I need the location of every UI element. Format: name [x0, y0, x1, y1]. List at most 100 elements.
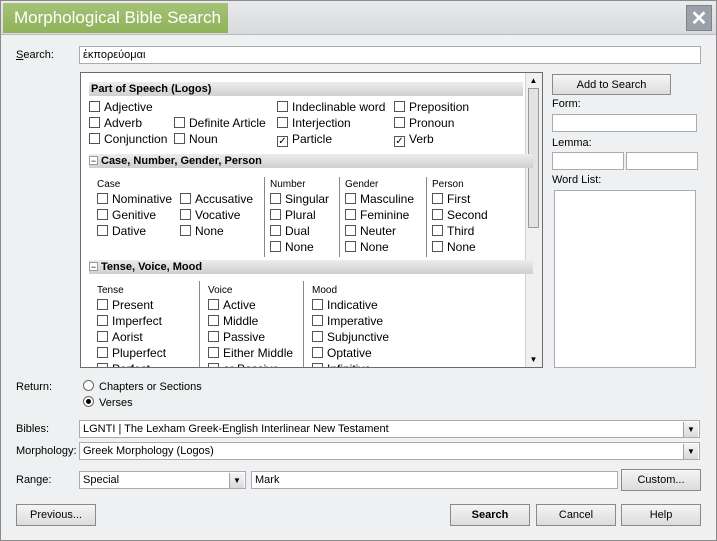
lemma-input[interactable]	[552, 152, 624, 170]
case-checkbox[interactable]: Nominative	[97, 192, 172, 206]
pos-checkbox[interactable]: Noun	[174, 132, 218, 146]
checkbox-checked-icon[interactable]: ✓	[394, 136, 405, 147]
case-checkbox[interactable]: Dative	[97, 224, 146, 238]
mood-checkbox[interactable]: Indicative	[312, 298, 378, 312]
checkbox-icon[interactable]	[277, 101, 288, 112]
checkbox-icon[interactable]	[97, 331, 108, 342]
voice-checkbox[interactable]: Passive	[208, 330, 265, 344]
tense-checkbox[interactable]: Imperfect	[97, 314, 162, 328]
pos-checkbox[interactable]: Pronoun	[394, 116, 454, 130]
checkbox-icon[interactable]	[394, 117, 405, 128]
checkbox-icon[interactable]	[345, 193, 356, 204]
person-checkbox[interactable]: Third	[432, 224, 474, 238]
bibles-select[interactable]: LGNTI | The Lexham Greek-English Interli…	[79, 420, 700, 438]
search-input[interactable]: ἐκπορεύομαι	[79, 46, 701, 64]
checkbox-icon[interactable]	[432, 209, 443, 220]
pos-checkbox[interactable]: Preposition	[394, 100, 469, 114]
pos-checkbox[interactable]: ✓ Verb	[394, 132, 434, 147]
checkbox-icon[interactable]	[97, 347, 108, 358]
pos-checkbox[interactable]: ✓ Particle	[277, 132, 332, 147]
checkbox-icon[interactable]	[89, 117, 100, 128]
voice-checkbox[interactable]: Middle	[208, 314, 258, 328]
tense-checkbox[interactable]: Perfect	[97, 362, 150, 367]
checkbox-icon[interactable]	[312, 363, 323, 367]
checkbox-icon[interactable]	[432, 241, 443, 252]
checkbox-icon[interactable]	[345, 241, 356, 252]
case-checkbox[interactable]: Accusative	[180, 192, 253, 206]
mood-checkbox[interactable]: Optative	[312, 346, 372, 360]
pos-checkbox[interactable]: Indeclinable word	[277, 100, 385, 114]
pos-checkbox[interactable]: Adjective	[89, 100, 153, 114]
checkbox-icon[interactable]	[97, 193, 108, 204]
radio-icon[interactable]	[83, 380, 94, 391]
checkbox-icon[interactable]	[97, 315, 108, 326]
checkbox-icon[interactable]	[208, 347, 219, 358]
checkbox-icon[interactable]	[174, 117, 185, 128]
checkbox-icon[interactable]	[345, 225, 356, 236]
pos-checkbox[interactable]: Conjunction	[89, 132, 167, 146]
close-icon[interactable]: ✕	[686, 5, 712, 31]
range-select[interactable]: Special ▼	[79, 471, 246, 489]
lemma-input-2[interactable]	[626, 152, 698, 170]
gender-checkbox[interactable]: None	[345, 240, 389, 254]
vertical-scrollbar[interactable]: ▲ ▼	[525, 73, 542, 367]
mood-checkbox[interactable]: Subjunctive	[312, 330, 389, 344]
radio-selected-icon[interactable]	[83, 396, 94, 407]
checkbox-icon[interactable]	[208, 315, 219, 326]
checkbox-icon[interactable]	[180, 225, 191, 236]
word-list-box[interactable]	[554, 190, 696, 368]
checkbox-icon[interactable]	[97, 299, 108, 310]
checkbox-icon[interactable]	[312, 299, 323, 310]
pos-checkbox[interactable]: Definite Article	[174, 116, 266, 130]
checkbox-icon[interactable]	[174, 133, 185, 144]
tense-checkbox[interactable]: Aorist	[97, 330, 143, 344]
checkbox-icon[interactable]	[312, 315, 323, 326]
case-checkbox[interactable]: None	[180, 224, 224, 238]
gender-checkbox[interactable]: Feminine	[345, 208, 409, 222]
voice-checkbox[interactable]: or Passive	[208, 362, 279, 367]
mood-checkbox[interactable]: Infinitive	[312, 362, 371, 367]
tense-checkbox[interactable]: Present	[97, 298, 153, 312]
dropdown-arrow-icon[interactable]: ▼	[683, 422, 698, 437]
checkbox-icon[interactable]	[312, 347, 323, 358]
help-button[interactable]: Help	[621, 504, 701, 526]
cancel-button[interactable]: Cancel	[536, 504, 616, 526]
checkbox-icon[interactable]	[270, 209, 281, 220]
form-input[interactable]	[552, 114, 697, 132]
checkbox-icon[interactable]	[270, 193, 281, 204]
collapse-icon[interactable]: −	[89, 156, 98, 166]
checkbox-icon[interactable]	[312, 331, 323, 342]
add-to-search-button[interactable]: Add to Search	[552, 74, 671, 95]
collapse-icon[interactable]: −	[89, 262, 98, 272]
number-checkbox[interactable]: Plural	[270, 208, 316, 222]
gender-checkbox[interactable]: Masculine	[345, 192, 414, 206]
voice-checkbox[interactable]: Either Middle	[208, 346, 293, 360]
checkbox-icon[interactable]	[277, 117, 288, 128]
person-checkbox[interactable]: Second	[432, 208, 488, 222]
number-checkbox[interactable]: Singular	[270, 192, 329, 206]
scroll-down-icon[interactable]: ▼	[528, 354, 539, 365]
person-checkbox[interactable]: None	[432, 240, 476, 254]
person-checkbox[interactable]: First	[432, 192, 470, 206]
checkbox-icon[interactable]	[270, 225, 281, 236]
checkbox-icon[interactable]	[180, 209, 191, 220]
checkbox-icon[interactable]	[97, 363, 108, 367]
checkbox-icon[interactable]	[89, 133, 100, 144]
tense-checkbox[interactable]: Pluperfect	[97, 346, 166, 360]
checkbox-icon[interactable]	[432, 225, 443, 236]
search-button[interactable]: Search	[450, 504, 530, 526]
checkbox-icon[interactable]	[208, 299, 219, 310]
scroll-up-icon[interactable]: ▲	[528, 75, 539, 86]
previous-button[interactable]: Previous...	[16, 504, 96, 526]
number-checkbox[interactable]: None	[270, 240, 314, 254]
checkbox-icon[interactable]	[345, 209, 356, 220]
dropdown-arrow-icon[interactable]: ▼	[683, 444, 698, 459]
gender-checkbox[interactable]: Neuter	[345, 224, 396, 238]
radio-chapters[interactable]: Chapters or Sections	[83, 380, 202, 394]
number-checkbox[interactable]: Dual	[270, 224, 310, 238]
dropdown-arrow-icon[interactable]: ▼	[229, 473, 244, 488]
mood-checkbox[interactable]: Imperative	[312, 314, 383, 328]
checkbox-icon[interactable]	[394, 101, 405, 112]
case-checkbox[interactable]: Genitive	[97, 208, 156, 222]
checkbox-icon[interactable]	[208, 363, 219, 367]
